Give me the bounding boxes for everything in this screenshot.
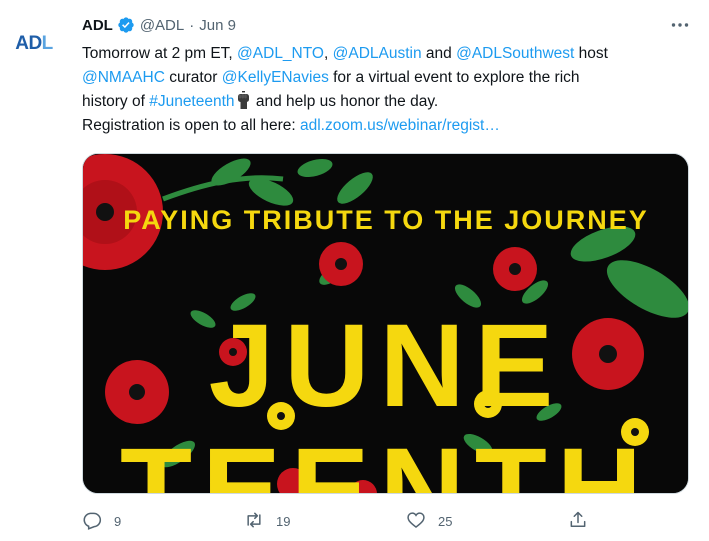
mention-nmaahc[interactable]: @NMAAHC [82, 69, 165, 86]
tweet-line-3: history of #Juneteenth and help us honor… [82, 90, 697, 114]
heart-icon [406, 510, 426, 533]
text-span: , [324, 45, 333, 62]
tweet-line-2: @NMAAHC curator @KellyENavies for a virt… [82, 66, 697, 90]
text-span: and help us honor the day. [251, 93, 439, 110]
text-span: and [421, 45, 457, 62]
text-span: history of [82, 93, 150, 110]
text-span: for a virtual event to explore the rich [328, 69, 580, 86]
author-handle[interactable]: @ADL [140, 17, 184, 34]
media-big-word-2: TEENTH [120, 424, 652, 494]
tweet-line-1: Tomorrow at 2 pm ET, @ADL_NTO, @ADLAusti… [82, 42, 697, 66]
mention-adl-nto[interactable]: @ADL_NTO [237, 45, 324, 62]
media-headline: PAYING TRIBUTE TO THE JOURNEY [123, 205, 649, 235]
retweet-count: 19 [276, 513, 291, 529]
retweet-icon [244, 510, 264, 533]
reply-button[interactable]: 9 [82, 510, 121, 533]
like-button[interactable]: 25 [406, 510, 452, 533]
mention-adl-austin[interactable]: @ADLAustin [333, 45, 422, 62]
tweet-text: Tomorrow at 2 pm ET, @ADL_NTO, @ADLAusti… [82, 42, 697, 138]
media-big-word-1: JUNE [209, 300, 564, 432]
separator-dot: · [189, 16, 195, 34]
text-span: Tomorrow at 2 pm ET, [82, 45, 238, 62]
registration-link[interactable]: adl.zoom.us/webinar/regist… [300, 117, 500, 134]
reply-icon [82, 510, 102, 533]
hashtag-juneteenth[interactable]: #Juneteenth [149, 93, 234, 110]
like-count: 25 [438, 513, 453, 529]
tweet-date[interactable]: Jun 9 [199, 17, 236, 34]
share-icon [568, 510, 588, 533]
tweet-actions: 9 19 25 [82, 508, 602, 534]
mention-adl-southwest[interactable]: @ADLSouthwest [456, 45, 574, 62]
retweet-button[interactable]: 19 [244, 510, 290, 533]
tweet-media-image[interactable]: PAYING TRIBUTE TO THE JOURNEY JUNE TEENT… [82, 153, 689, 494]
avatar[interactable]: ADL [8, 18, 60, 70]
text-span: curator [164, 69, 222, 86]
tweet-header: ADL @ADL · Jun 9 [82, 12, 697, 38]
reply-count: 9 [114, 513, 122, 529]
more-horizontal-icon[interactable] [669, 16, 691, 34]
verified-badge-icon [117, 16, 135, 34]
tweet-line-4: Registration is open to all here: adl.zo… [82, 114, 697, 138]
author-name[interactable]: ADL [82, 17, 113, 34]
text-span: Registration is open to all here: [82, 117, 300, 134]
mention-kelly-enavies[interactable]: @KellyENavies [222, 69, 329, 86]
share-button[interactable] [568, 510, 588, 533]
text-span: host [574, 45, 608, 62]
juneteenth-graphic: PAYING TRIBUTE TO THE JOURNEY JUNE TEENT… [83, 154, 688, 494]
raised-fist-emoji-icon [236, 91, 252, 109]
avatar-logo: ADL [15, 33, 53, 54]
